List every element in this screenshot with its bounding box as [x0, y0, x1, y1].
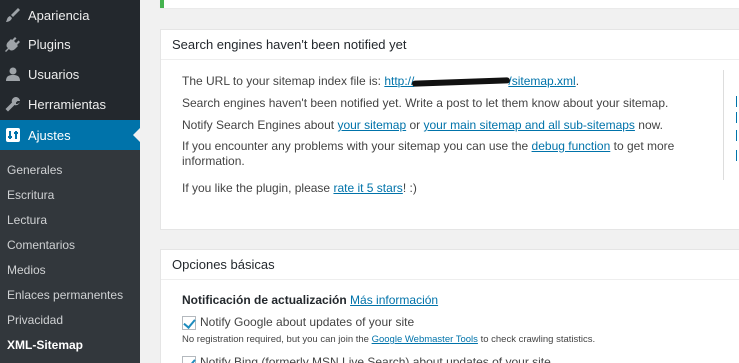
paintbrush-icon: [4, 6, 22, 24]
status-panel-title: Search engines haven't been notified yet: [161, 30, 739, 60]
problems-line: If you encounter any problems with your …: [182, 139, 674, 153]
success-notice: [160, 0, 739, 8]
settings-icon: [4, 126, 22, 144]
basic-options-panel: Opciones básicas Notificación de actuali…: [160, 249, 739, 363]
google-label: Notify Google about updates of your site: [200, 315, 415, 329]
submenu-comentarios[interactable]: Comentarios: [7, 235, 75, 255]
or-text: or: [409, 118, 421, 132]
notify-prefix: Notify Search Engines about: [182, 118, 335, 132]
sitemap-url-line: The URL to your sitemap index file is: h…: [182, 74, 579, 88]
users-icon: [4, 65, 22, 83]
menu-item-herramientas[interactable]: Herramientas: [0, 89, 140, 119]
wrench-icon: [4, 95, 22, 113]
submenu-lectura[interactable]: Lectura: [7, 210, 47, 230]
rate-link[interactable]: rate it 5 stars: [333, 181, 402, 195]
google-option: Notify Google about updates of your site: [182, 315, 414, 330]
bing-option: Notify Bing (formerly MSN Live Search) a…: [182, 355, 551, 363]
submenu-medios[interactable]: Medios: [7, 260, 46, 280]
column-divider: [723, 70, 724, 180]
main-sitemap-link[interactable]: your main sitemap and all sub-sitemaps: [424, 118, 635, 132]
update-notification-line: Notificación de actualización Más inform…: [182, 293, 438, 307]
menu-label: Ajustes: [28, 127, 71, 143]
redaction-mark: [412, 77, 511, 87]
submenu-escritura[interactable]: Escritura: [7, 185, 54, 205]
debug-function-link[interactable]: debug function: [532, 139, 611, 153]
sitemap-url-link[interactable]: http:// /sitemap.xml: [384, 74, 575, 88]
menu-label: Herramientas: [28, 96, 107, 112]
status-panel: Search engines haven't been notified yet…: [160, 29, 739, 230]
like-suffix: ! :): [402, 181, 417, 195]
bing-checkbox[interactable]: [182, 355, 196, 363]
menu-label: Apariencia: [28, 7, 90, 23]
google-note: No registration required, but you can jo…: [182, 334, 595, 345]
information-text: information.: [182, 154, 245, 168]
menu-item-plugins[interactable]: Plugins: [0, 29, 140, 59]
submenu-privacidad[interactable]: Privacidad: [7, 310, 63, 330]
notify-line: Notify Search Engines about your sitemap…: [182, 118, 663, 132]
url-start: http://: [384, 74, 415, 88]
like-prefix: If you like the plugin, please: [182, 181, 331, 195]
submenu-generales[interactable]: Generales: [7, 160, 62, 180]
menu-item-apariencia[interactable]: Apariencia: [0, 0, 140, 30]
more-info-link[interactable]: Más información: [350, 293, 438, 307]
plug-icon: [4, 35, 22, 53]
not-notified-text: Search engines haven't been notified yet…: [182, 96, 669, 110]
bing-label: Notify Bing (formerly MSN Live Search) a…: [200, 355, 551, 363]
submenu-xml-sitemap[interactable]: XML-Sitemap: [7, 335, 83, 355]
now-text: now.: [638, 118, 663, 132]
menu-item-ajustes[interactable]: Ajustes: [0, 120, 140, 150]
your-sitemap-link[interactable]: your sitemap: [337, 118, 406, 132]
section-label: Notificación de actualización: [182, 293, 347, 307]
google-checkbox[interactable]: [182, 315, 196, 330]
problems-suffix: to get more: [613, 139, 675, 153]
rate-line: If you like the plugin, please rate it 5…: [182, 181, 417, 195]
menu-label: Plugins: [28, 36, 71, 52]
settings-submenu: Generales Escritura Lectura Comentarios …: [0, 150, 140, 363]
menu-label: Usuarios: [28, 66, 80, 82]
menu-item-usuarios[interactable]: Usuarios: [0, 59, 140, 89]
google-webmaster-tools-link[interactable]: Google Webmaster Tools: [372, 334, 478, 345]
admin-sidebar: Apariencia Plugins Usuarios Herramientas…: [0, 0, 140, 363]
problems-prefix: If you encounter any problems with your …: [182, 139, 529, 153]
submenu-enlaces-permanentes[interactable]: Enlaces permanentes: [7, 285, 123, 305]
google-note-prefix: No registration required, but you can jo…: [182, 334, 369, 345]
url-suffix: .: [575, 74, 580, 88]
google-note-suffix: to check crawling statistics.: [480, 334, 596, 345]
main-content: Search engines haven't been notified yet…: [140, 0, 739, 363]
url-end: /sitemap.xml: [508, 74, 576, 88]
basic-options-title: Opciones básicas: [161, 250, 739, 280]
url-prefix-text: The URL to your sitemap index file is:: [182, 74, 381, 88]
